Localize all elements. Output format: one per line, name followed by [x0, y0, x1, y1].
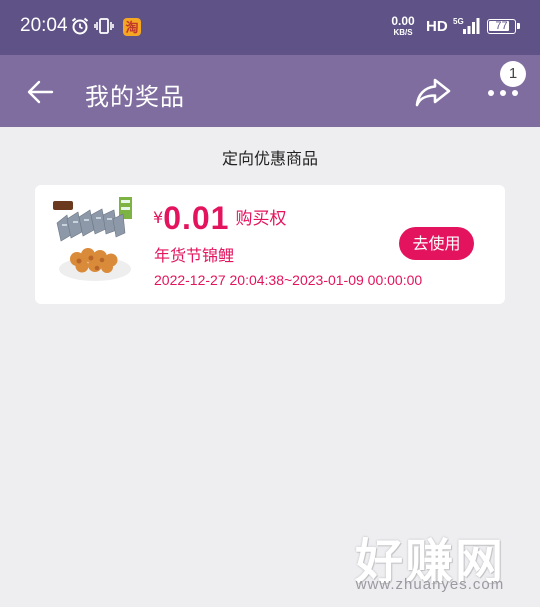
more-icon[interactable] — [486, 85, 522, 99]
coupon-type: 购买权 — [235, 209, 287, 229]
network-type: 5G — [453, 17, 464, 26]
back-arrow-icon[interactable] — [24, 77, 56, 107]
alarm-icon — [71, 17, 89, 35]
price-row: ¥0.01 购买权 — [153, 200, 286, 237]
share-icon[interactable] — [414, 76, 452, 108]
section-title: 定向优惠商品 — [221, 149, 318, 168]
watermark: 好赚网 www.zhuanyes.com — [330, 522, 530, 594]
vibrate-icon — [94, 18, 114, 34]
notification-badge: 1 — [500, 61, 526, 87]
coupon-card[interactable]: ¥0.01 购买权 年货节锦鲤 2022-12-27 20:04:38~2023-… — [35, 185, 505, 304]
taobao-icon: 淘 — [123, 18, 141, 36]
page-title: 我的奖品 — [85, 83, 185, 111]
net-speed-unit: KB/S — [393, 28, 413, 37]
net-speed: 0.00 KB/S — [388, 14, 418, 38]
status-bar: 20:04 淘 0.00 KB/S HD 5G 77 — [0, 0, 540, 55]
validity-period: 2022-12-27 20:04:38~2023-01-09 00:00:00 — [154, 272, 423, 288]
watermark-url: www.zhuanyes.com — [355, 576, 505, 593]
battery-level: 77 — [495, 20, 508, 32]
use-coupon-button[interactable]: 去使用 — [399, 227, 474, 260]
signal-icon: 5G — [453, 17, 480, 34]
app-bar: 我的奖品 — [0, 55, 540, 127]
svg-text:淘: 淘 — [125, 20, 138, 36]
hd-label: HD — [426, 18, 448, 35]
currency-symbol: ¥ — [153, 208, 164, 227]
product-image — [51, 197, 135, 287]
price-amount: 0.01 — [163, 200, 230, 236]
net-speed-value: 0.00 — [391, 14, 415, 28]
product-name: 年货节锦鲤 — [154, 246, 235, 265]
battery-icon: 77 — [487, 19, 520, 34]
status-time: 20:04 — [20, 15, 68, 36]
